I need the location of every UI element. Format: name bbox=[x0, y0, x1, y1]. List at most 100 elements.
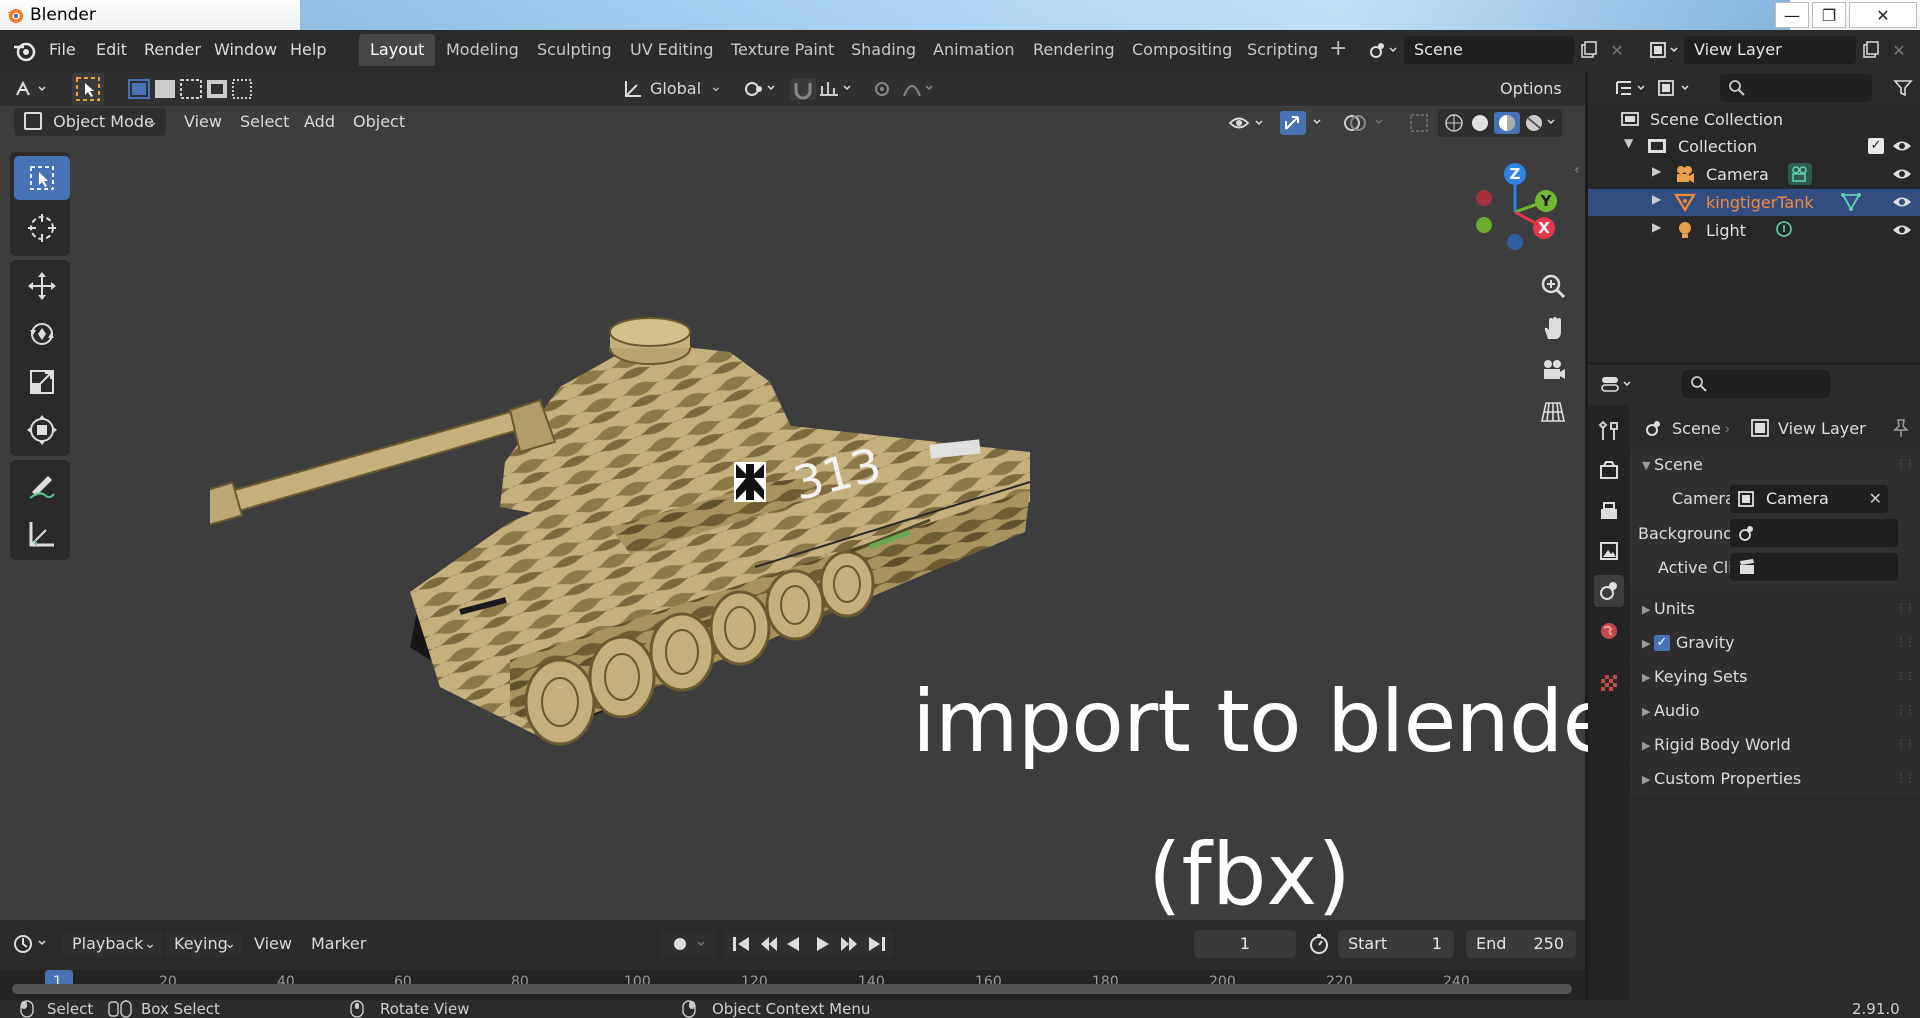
outliner-search-input[interactable] bbox=[1720, 74, 1872, 102]
tab-layout[interactable]: Layout bbox=[359, 34, 436, 66]
camera-data-icon[interactable] bbox=[1788, 163, 1812, 185]
outliner-collection[interactable]: ▼ Collection ✓ bbox=[1588, 133, 1920, 160]
playback-controls[interactable] bbox=[724, 930, 894, 958]
sidebar-toggle-chevron-icon[interactable]: ‹ bbox=[1574, 162, 1580, 178]
proportional-editing-icon[interactable] bbox=[866, 75, 940, 103]
background-prop-field[interactable] bbox=[1730, 519, 1898, 547]
tool-rotate[interactable] bbox=[14, 312, 70, 356]
tab-compositing[interactable]: Compositing bbox=[1121, 34, 1243, 66]
viewport-menu-add[interactable]: Add bbox=[304, 112, 335, 131]
add-workspace-icon[interactable]: + bbox=[1329, 36, 1347, 61]
perspective-grid-icon[interactable] bbox=[1535, 394, 1571, 430]
tool-move[interactable] bbox=[14, 264, 70, 308]
stopwatch-icon[interactable] bbox=[1304, 930, 1334, 958]
pan-hand-icon[interactable] bbox=[1535, 310, 1571, 346]
tab-rendering[interactable]: Rendering bbox=[1022, 34, 1126, 66]
zoom-icon[interactable] bbox=[1535, 268, 1571, 304]
gizmo-y-axis[interactable]: Y bbox=[1535, 190, 1557, 212]
tool-transform[interactable] bbox=[14, 408, 70, 452]
expand-chevron-right-icon[interactable]: ▶ bbox=[1652, 220, 1661, 234]
gravity-checkbox[interactable]: ✓ bbox=[1654, 635, 1670, 651]
viewport-menu-object[interactable]: Object bbox=[353, 112, 405, 131]
tab-render-icon[interactable] bbox=[1594, 455, 1624, 487]
light-data-icon[interactable] bbox=[1774, 220, 1794, 240]
tab-world-icon[interactable] bbox=[1594, 615, 1624, 647]
mode-dropdown[interactable]: Object Mode ⌄ bbox=[14, 108, 166, 136]
scene-panel-title[interactable]: Scene bbox=[1654, 455, 1703, 474]
tool-cursor[interactable] bbox=[14, 206, 70, 250]
light-eye-icon[interactable] bbox=[1892, 222, 1912, 238]
expand-chevron-right-icon[interactable]: ▶ bbox=[1652, 192, 1661, 206]
orientation-dropdown[interactable]: Global bbox=[650, 79, 701, 98]
tab-texture-icon[interactable] bbox=[1594, 667, 1624, 699]
panel-grip-icon[interactable]: ⋮⋮ bbox=[1896, 739, 1915, 750]
keying-sets-panel[interactable]: ▶ Keying Sets ⋮⋮ bbox=[1630, 661, 1920, 693]
minimize-button[interactable]: — bbox=[1775, 2, 1809, 28]
tab-sculpting[interactable]: Sculpting bbox=[526, 34, 623, 66]
3d-viewport[interactable]: Global ⌄ Options ⌄ Object Mode ⌄ View Se… bbox=[0, 72, 1650, 925]
gravity-panel[interactable]: ▶ ✓ Gravity ⋮⋮ bbox=[1630, 627, 1920, 659]
gizmo-toggle-icon[interactable] bbox=[1278, 109, 1332, 137]
kingtigertank-eye-icon[interactable] bbox=[1892, 194, 1912, 210]
collection-checkbox[interactable]: ✓ bbox=[1868, 138, 1884, 154]
gizmo-x-axis[interactable]: X bbox=[1533, 217, 1555, 239]
timeline-menu-view[interactable]: View bbox=[254, 934, 292, 953]
timeline-menu-marker[interactable]: Marker bbox=[311, 934, 366, 953]
snap-icon[interactable] bbox=[788, 75, 860, 103]
new-view-layer-icon[interactable] bbox=[1858, 36, 1884, 64]
collection-eye-icon[interactable] bbox=[1892, 138, 1912, 154]
maximize-button[interactable]: ❐ bbox=[1812, 2, 1846, 28]
tab-scripting[interactable]: Scripting bbox=[1236, 34, 1329, 66]
tab-shading[interactable]: Shading bbox=[840, 34, 927, 66]
editor-type-icon[interactable] bbox=[10, 75, 54, 103]
mesh-data-icon[interactable] bbox=[1840, 192, 1862, 212]
camera-prop-field[interactable]: Camera ✕ bbox=[1730, 485, 1888, 513]
outliner-item-kingtigertank[interactable]: ▶ kingtigerTank bbox=[1588, 189, 1920, 216]
active-clip-field[interactable] bbox=[1730, 553, 1898, 581]
xray-toggle-icon[interactable] bbox=[1404, 109, 1434, 137]
expand-chevron-down-icon[interactable]: ▼ bbox=[1624, 136, 1633, 150]
tab-uv-editing[interactable]: UV Editing bbox=[619, 34, 724, 66]
menu-render[interactable]: Render bbox=[144, 40, 201, 59]
tool-select-box[interactable] bbox=[14, 156, 70, 200]
orientation-chevron-down-icon[interactable]: ⌄ bbox=[710, 79, 722, 95]
rigid-body-world-panel[interactable]: ▶ Rigid Body World ⋮⋮ bbox=[1630, 729, 1920, 761]
current-frame-field[interactable]: 1 bbox=[1194, 930, 1296, 958]
start-frame-field[interactable]: Start 1 bbox=[1338, 930, 1454, 958]
camera-eye-icon[interactable] bbox=[1892, 166, 1912, 182]
end-frame-field[interactable]: End 250 bbox=[1466, 930, 1576, 958]
pivot-point-icon[interactable] bbox=[740, 75, 780, 103]
filter-icon[interactable] bbox=[1888, 74, 1918, 102]
panel-grip-icon[interactable]: ⋮⋮ bbox=[1896, 705, 1915, 716]
tab-output-icon[interactable] bbox=[1594, 495, 1624, 527]
tab-texture-paint[interactable]: Texture Paint bbox=[720, 34, 845, 66]
properties-editor-type-icon[interactable] bbox=[1598, 370, 1638, 398]
expand-chevron-right-icon[interactable]: ▶ bbox=[1652, 164, 1661, 178]
pin-icon[interactable] bbox=[1892, 418, 1910, 438]
auto-keying-icon[interactable] bbox=[660, 930, 716, 958]
tab-view-layer-icon[interactable] bbox=[1594, 535, 1624, 567]
units-panel[interactable]: ▶ Units ⋮⋮ bbox=[1630, 593, 1920, 625]
scene-selector-icon[interactable] bbox=[1364, 36, 1402, 64]
panel-grip-icon[interactable]: ⋮⋮ bbox=[1896, 671, 1915, 682]
scene-panel-chevron-down-icon[interactable]: ▼ bbox=[1642, 459, 1650, 472]
panel-grip-icon[interactable]: ⋮⋮ bbox=[1896, 773, 1915, 784]
audio-panel[interactable]: ▶ Audio ⋮⋮ bbox=[1630, 695, 1920, 727]
blender-menu-icon[interactable] bbox=[12, 40, 36, 62]
visibility-toggle-icon[interactable] bbox=[1226, 109, 1270, 137]
shading-modes-icon[interactable] bbox=[1438, 109, 1562, 137]
view-layer-field[interactable]: View Layer bbox=[1684, 36, 1856, 64]
timeline-editor-type-icon[interactable] bbox=[10, 930, 54, 958]
tool-annotate[interactable] bbox=[14, 464, 70, 508]
close-window-button[interactable]: ✕ bbox=[1849, 2, 1917, 28]
tab-scene-icon[interactable] bbox=[1594, 575, 1624, 607]
remove-scene-icon[interactable]: ✕ bbox=[1604, 36, 1630, 64]
scene-field[interactable]: Scene bbox=[1404, 36, 1574, 64]
tool-scale[interactable] bbox=[14, 360, 70, 404]
menu-file[interactable]: File bbox=[49, 40, 76, 59]
panel-grip-icon[interactable]: ⋮⋮ bbox=[1896, 459, 1915, 470]
outliner-editor-type-icon[interactable] bbox=[1612, 74, 1652, 102]
selection-modes-icon[interactable] bbox=[124, 75, 254, 103]
outliner-scene-collection[interactable]: Scene Collection bbox=[1588, 106, 1920, 133]
timeline-scrollbar[interactable] bbox=[12, 984, 1572, 994]
